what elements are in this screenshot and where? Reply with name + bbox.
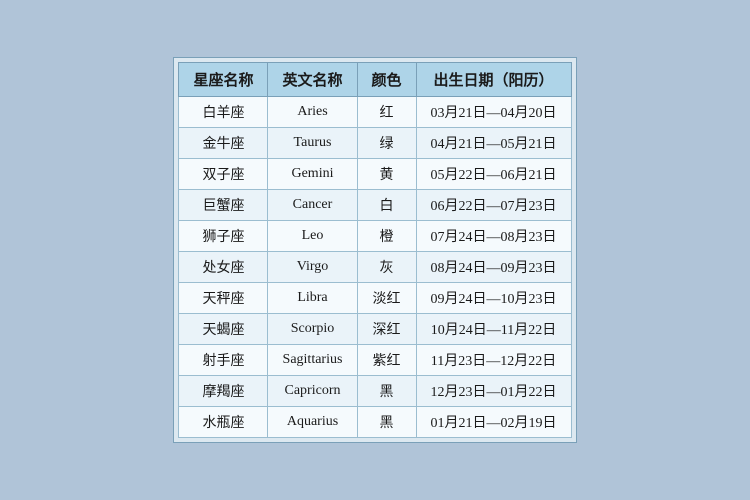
- cell-english-name: Leo: [268, 221, 357, 252]
- cell-chinese-name: 处女座: [179, 252, 268, 283]
- cell-color: 白: [357, 190, 416, 221]
- cell-dates: 10月24日—11月22日: [416, 314, 571, 345]
- cell-color: 橙: [357, 221, 416, 252]
- cell-color: 黑: [357, 407, 416, 438]
- table-row: 白羊座Aries红03月21日—04月20日: [179, 97, 571, 128]
- cell-color: 深红: [357, 314, 416, 345]
- table-row: 天秤座Libra淡红09月24日—10月23日: [179, 283, 571, 314]
- cell-color: 黄: [357, 159, 416, 190]
- cell-english-name: Sagittarius: [268, 345, 357, 376]
- cell-dates: 07月24日—08月23日: [416, 221, 571, 252]
- cell-color: 黑: [357, 376, 416, 407]
- cell-chinese-name: 狮子座: [179, 221, 268, 252]
- cell-english-name: Scorpio: [268, 314, 357, 345]
- cell-color: 绿: [357, 128, 416, 159]
- table-row: 狮子座Leo橙07月24日—08月23日: [179, 221, 571, 252]
- cell-dates: 08月24日—09月23日: [416, 252, 571, 283]
- header-color: 颜色: [357, 63, 416, 97]
- cell-english-name: Capricorn: [268, 376, 357, 407]
- cell-chinese-name: 射手座: [179, 345, 268, 376]
- cell-dates: 04月21日—05月21日: [416, 128, 571, 159]
- cell-color: 淡红: [357, 283, 416, 314]
- header-english-name: 英文名称: [268, 63, 357, 97]
- cell-english-name: Aries: [268, 97, 357, 128]
- table-row: 双子座Gemini黄05月22日—06月21日: [179, 159, 571, 190]
- cell-dates: 01月21日—02月19日: [416, 407, 571, 438]
- table-row: 摩羯座Capricorn黑12月23日—01月22日: [179, 376, 571, 407]
- table-row: 巨蟹座Cancer白06月22日—07月23日: [179, 190, 571, 221]
- cell-chinese-name: 天秤座: [179, 283, 268, 314]
- table-row: 射手座Sagittarius紫红11月23日—12月22日: [179, 345, 571, 376]
- cell-dates: 03月21日—04月20日: [416, 97, 571, 128]
- cell-chinese-name: 金牛座: [179, 128, 268, 159]
- cell-chinese-name: 天蝎座: [179, 314, 268, 345]
- cell-dates: 09月24日—10月23日: [416, 283, 571, 314]
- cell-dates: 11月23日—12月22日: [416, 345, 571, 376]
- table-header-row: 星座名称 英文名称 颜色 出生日期（阳历）: [179, 63, 571, 97]
- zodiac-table: 星座名称 英文名称 颜色 出生日期（阳历） 白羊座Aries红03月21日—04…: [178, 62, 571, 438]
- cell-english-name: Cancer: [268, 190, 357, 221]
- cell-dates: 12月23日—01月22日: [416, 376, 571, 407]
- cell-chinese-name: 摩羯座: [179, 376, 268, 407]
- cell-chinese-name: 水瓶座: [179, 407, 268, 438]
- cell-color: 红: [357, 97, 416, 128]
- cell-dates: 05月22日—06月21日: [416, 159, 571, 190]
- cell-chinese-name: 双子座: [179, 159, 268, 190]
- table-row: 金牛座Taurus绿04月21日—05月21日: [179, 128, 571, 159]
- cell-english-name: Gemini: [268, 159, 357, 190]
- zodiac-table-container: 星座名称 英文名称 颜色 出生日期（阳历） 白羊座Aries红03月21日—04…: [173, 57, 576, 443]
- cell-color: 紫红: [357, 345, 416, 376]
- header-chinese-name: 星座名称: [179, 63, 268, 97]
- table-body: 白羊座Aries红03月21日—04月20日金牛座Taurus绿04月21日—0…: [179, 97, 571, 438]
- table-row: 水瓶座Aquarius黑01月21日—02月19日: [179, 407, 571, 438]
- cell-chinese-name: 白羊座: [179, 97, 268, 128]
- table-row: 天蝎座Scorpio深红10月24日—11月22日: [179, 314, 571, 345]
- cell-english-name: Virgo: [268, 252, 357, 283]
- cell-english-name: Libra: [268, 283, 357, 314]
- cell-chinese-name: 巨蟹座: [179, 190, 268, 221]
- header-dates: 出生日期（阳历）: [416, 63, 571, 97]
- cell-color: 灰: [357, 252, 416, 283]
- cell-english-name: Aquarius: [268, 407, 357, 438]
- table-row: 处女座Virgo灰08月24日—09月23日: [179, 252, 571, 283]
- cell-dates: 06月22日—07月23日: [416, 190, 571, 221]
- cell-english-name: Taurus: [268, 128, 357, 159]
